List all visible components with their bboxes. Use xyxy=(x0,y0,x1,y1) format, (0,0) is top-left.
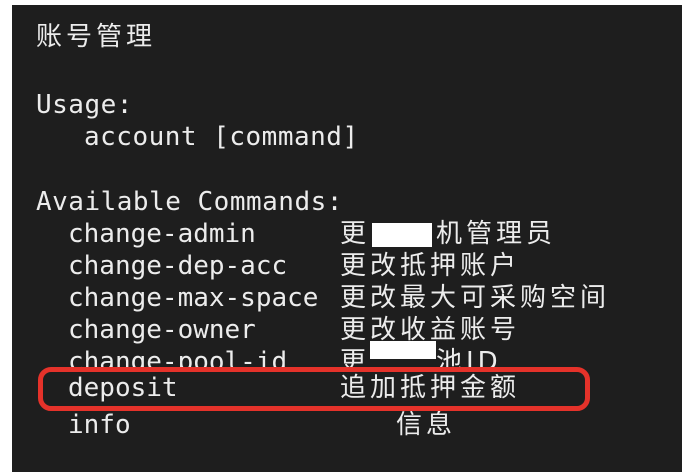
command-name: info xyxy=(68,410,131,440)
command-name: change-dep-acc xyxy=(68,251,288,281)
command-description: 追加抵押金额 xyxy=(340,372,521,404)
redaction-mark xyxy=(342,417,402,437)
usage-syntax: account [command] xyxy=(84,122,359,152)
command-name: change-admin xyxy=(68,219,256,249)
usage-heading: Usage: xyxy=(36,90,133,120)
command-description: 更 xyxy=(340,219,371,249)
available-commands-heading: Available Commands: xyxy=(36,187,343,217)
redaction-mark xyxy=(372,223,432,247)
command-name: change-max-space xyxy=(68,283,319,313)
page-title: 账号管理 xyxy=(36,22,157,52)
terminal-window: 账号管理 Usage: account [command] Available … xyxy=(12,5,682,472)
command-description: 信息 xyxy=(396,410,457,440)
command-description: 更改抵押账户 xyxy=(340,251,521,281)
command-description: 机管理员 xyxy=(436,219,557,249)
command-description: 更改最大可采购空间 xyxy=(340,283,611,313)
command-name: change-owner xyxy=(68,315,256,345)
redaction-mark xyxy=(370,341,436,359)
command-name: deposit xyxy=(68,372,184,404)
